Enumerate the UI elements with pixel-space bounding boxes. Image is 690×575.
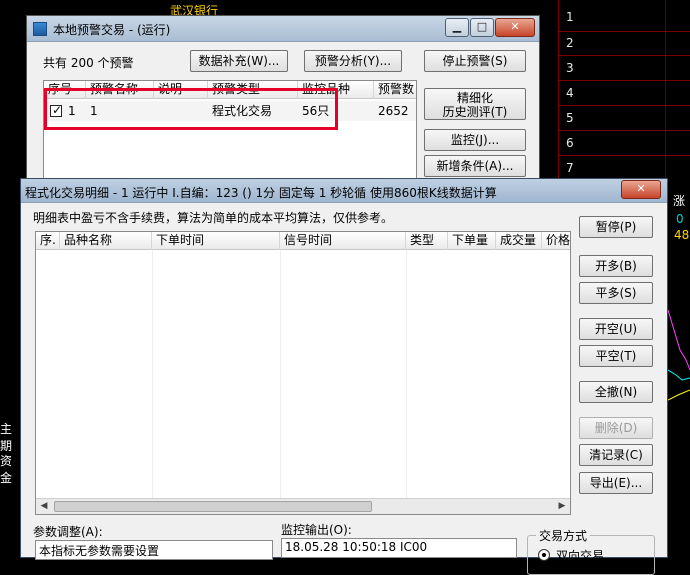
close-short-button[interactable]: 平空(T) <box>579 345 653 367</box>
scrollbar-thumb[interactable] <box>54 501 372 512</box>
column-header[interactable]: 价格 <box>542 232 570 250</box>
close-long-button[interactable]: 平多(S) <box>579 282 653 304</box>
close-button[interactable]: ✕ <box>621 180 661 199</box>
trade-table-header: 序. 品种名称 下单时间 信号时间 类型 下单量 成交量 价格 <box>36 232 570 250</box>
trade-mode-option: 双向交易 <box>556 549 605 563</box>
open-short-button[interactable]: 开空(U) <box>579 318 653 340</box>
open-long-button[interactable]: 开多(B) <box>579 255 653 277</box>
refine-backtest-button[interactable]: 精细化 历史测评(T) <box>424 88 526 120</box>
trade-mode-label: 交易方式 <box>536 527 591 544</box>
alert-window-title: 本地预警交易 - (运行) <box>53 23 171 37</box>
trade-mode-radio[interactable] <box>538 549 550 561</box>
detail-window: 程式化交易明细 - 1 运行中 I.自编：123 () 1分 固定每 1 秒轮循… <box>20 178 668 575</box>
bg-left-fragment: 主期 <box>0 422 13 453</box>
pause-button[interactable]: 暂停(P) <box>579 216 653 238</box>
delete-button[interactable]: 删除(D) <box>579 417 653 439</box>
close-button[interactable]: ✕ <box>495 18 535 37</box>
alert-count-label: 共有 200 个预警 <box>43 56 134 70</box>
bg-right-fragment: 涨 <box>673 194 686 208</box>
stop-alert-button[interactable]: 停止预警(S) <box>424 50 526 72</box>
bg-right-fragment: 0 <box>676 212 684 226</box>
detail-note: 明细表中盈亏不含手续费，算法为简单的成本平均算法，仅供参考。 <box>33 211 394 225</box>
bg-chart-strip <box>668 250 690 440</box>
bg-row-number: 1 <box>566 10 574 24</box>
column-header[interactable]: 下单时间 <box>152 232 280 250</box>
minimize-button[interactable]: ▁ <box>445 18 469 37</box>
maximize-button[interactable]: □ <box>470 18 494 37</box>
param-adjust-label: 参数调整(A): <box>33 525 103 539</box>
refine-line1: 精细化 <box>456 91 493 105</box>
bg-row-number: 5 <box>566 111 574 125</box>
bg-row-number: 7 <box>566 161 574 175</box>
bg-right-fragment: 48 <box>674 228 690 242</box>
column-header[interactable]: 成交量 <box>496 232 542 250</box>
highlight-annotation <box>44 88 338 130</box>
detail-window-titlebar[interactable]: 程式化交易明细 - 1 运行中 I.自编：123 () 1分 固定每 1 秒轮循… <box>21 179 667 203</box>
row-count: 2652 <box>378 104 409 118</box>
bg-row-number: 6 <box>566 136 574 150</box>
column-header[interactable]: 预警数 <box>374 81 416 99</box>
export-button[interactable]: 导出(E)... <box>579 472 653 494</box>
scroll-right-icon[interactable]: ▶ <box>554 499 570 514</box>
column-header[interactable]: 信号时间 <box>280 232 406 250</box>
scroll-left-icon[interactable]: ◀ <box>36 499 52 514</box>
alert-window: 本地预警交易 - (运行) ▁ □ ✕ 共有 200 个预警 数据补充(W)..… <box>26 15 540 190</box>
column-header[interactable]: 下单量 <box>448 232 496 250</box>
column-header[interactable]: 品种名称 <box>60 232 152 250</box>
app-icon <box>33 22 47 36</box>
alert-window-titlebar[interactable]: 本地预警交易 - (运行) ▁ □ ✕ <box>27 16 539 42</box>
trade-detail-table[interactable]: 序. 品种名称 下单时间 信号时间 类型 下单量 成交量 价格 ◀ ▶ <box>35 231 571 515</box>
monitor-output-label: 监控输出(O): <box>281 523 352 537</box>
horizontal-scrollbar[interactable]: ◀ ▶ <box>36 498 570 514</box>
add-condition-button[interactable]: 新增条件(A)... <box>424 155 526 177</box>
column-header[interactable]: 类型 <box>406 232 448 250</box>
monitor-button[interactable]: 监控(J)... <box>424 129 526 151</box>
data-supplement-button[interactable]: 数据补充(W)... <box>190 50 288 72</box>
bg-row-number: 2 <box>566 36 574 50</box>
param-adjust-field[interactable]: 本指标无参数需要设置 <box>35 540 273 560</box>
bg-row-number: 3 <box>566 61 574 75</box>
bg-left-fragment: 资金 <box>0 454 13 485</box>
trade-mode-group: 交易方式 双向交易 <box>527 527 655 575</box>
refine-line2: 历史测评(T) <box>442 105 508 119</box>
column-header[interactable]: 序. <box>36 232 60 250</box>
bg-row-number: 4 <box>566 86 574 100</box>
alert-analysis-button[interactable]: 预警分析(Y)... <box>304 50 402 72</box>
monitor-output-box[interactable]: 18.05.28 10:50:18 IC00 <box>281 538 517 558</box>
detail-window-title: 程式化交易明细 - 1 运行中 I.自编：123 () 1分 固定每 1 秒轮循… <box>25 186 497 200</box>
close-all-button[interactable]: 全撤(N) <box>579 381 653 403</box>
clear-log-button[interactable]: 清记录(C) <box>579 444 653 466</box>
